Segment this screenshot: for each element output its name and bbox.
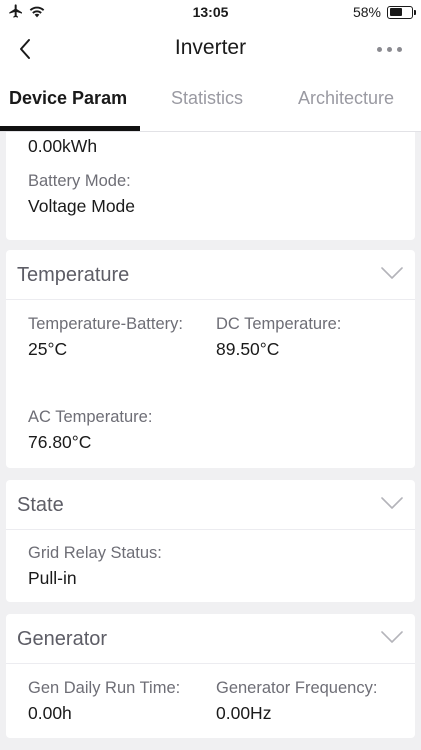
battery-energy-field: 0.00kWh [28, 132, 97, 158]
generator-frequency-field: Generator Frequency: 0.00Hz [216, 677, 411, 725]
dc-temperature-label: DC Temperature: [216, 315, 342, 333]
more-button[interactable] [371, 36, 407, 62]
temperature-header[interactable]: Temperature [6, 250, 415, 300]
battery-percent: 58% [352, 4, 381, 20]
dc-temperature-value: 89.50°C [216, 339, 280, 359]
content-scroll[interactable]: 0.00kWh Battery Mode: Voltage Mode Tempe… [0, 132, 421, 750]
generator-card: Generator Gen Daily Run Time: 0.00h Gene… [6, 614, 415, 738]
chevron-down-icon [381, 631, 403, 643]
battery-mode-label: Battery Mode: [28, 172, 131, 190]
nav-bar: Inverter [0, 24, 421, 74]
active-tab-indicator [0, 126, 140, 131]
temperature-card: Temperature Temperature-Battery: 25°C DC… [6, 250, 415, 468]
battery-energy-value: 0.00kWh [28, 136, 98, 156]
battery-mode-field: Battery Mode: Voltage Mode [28, 170, 135, 218]
more-dots-icon [386, 46, 392, 52]
generator-frequency-value: 0.00Hz [216, 703, 272, 723]
generator-header[interactable]: Generator [6, 614, 415, 664]
battery-icon [387, 5, 416, 19]
grid-relay-status-label: Grid Relay Status: [28, 544, 162, 562]
section-title: Temperature [17, 264, 130, 286]
gen-daily-run-time-value: 0.00h [28, 703, 72, 723]
ac-temperature-field: AC Temperature: 76.80°C [28, 406, 218, 454]
section-title: Generator [17, 628, 108, 650]
gen-daily-run-time-field: Gen Daily Run Time: 0.00h [28, 677, 213, 725]
ac-temperature-label: AC Temperature: [28, 408, 153, 426]
grid-relay-status-field: Grid Relay Status: Pull-in [28, 542, 328, 590]
battery-temperature-label: Temperature-Battery: [28, 315, 183, 333]
chevron-down-icon [381, 267, 403, 279]
generator-frequency-label: Generator Frequency: [216, 679, 378, 697]
more-dots-icon [396, 46, 402, 52]
ac-temperature-value: 76.80°C [28, 432, 92, 452]
more-dots-icon [376, 46, 382, 52]
battery-temperature-field: Temperature-Battery: 25°C [28, 313, 198, 361]
dc-temperature-field: DC Temperature: 89.50°C [216, 313, 406, 361]
tab-architecture[interactable]: Architecture [298, 88, 394, 109]
tab-bar: Device Param Statistics Architecture [0, 74, 421, 132]
status-bar: 13:05 58% [0, 0, 421, 24]
section-title: State [17, 494, 64, 516]
battery-fill [389, 8, 402, 16]
state-card: State Grid Relay Status: Pull-in [6, 480, 415, 602]
tab-statistics[interactable]: Statistics [171, 88, 243, 109]
tab-device-param[interactable]: Device Param [9, 88, 127, 109]
battery-mode-value: Voltage Mode [28, 196, 136, 216]
state-header[interactable]: State [6, 480, 415, 530]
status-right: 58% [352, 4, 416, 20]
grid-relay-status-value: Pull-in [28, 568, 77, 588]
gen-daily-run-time-label: Gen Daily Run Time: [28, 679, 181, 697]
battery-card: 0.00kWh Battery Mode: Voltage Mode [6, 132, 415, 240]
page-title: Inverter [174, 36, 247, 59]
chevron-down-icon [381, 497, 403, 509]
battery-temperature-value: 25°C [28, 339, 68, 359]
